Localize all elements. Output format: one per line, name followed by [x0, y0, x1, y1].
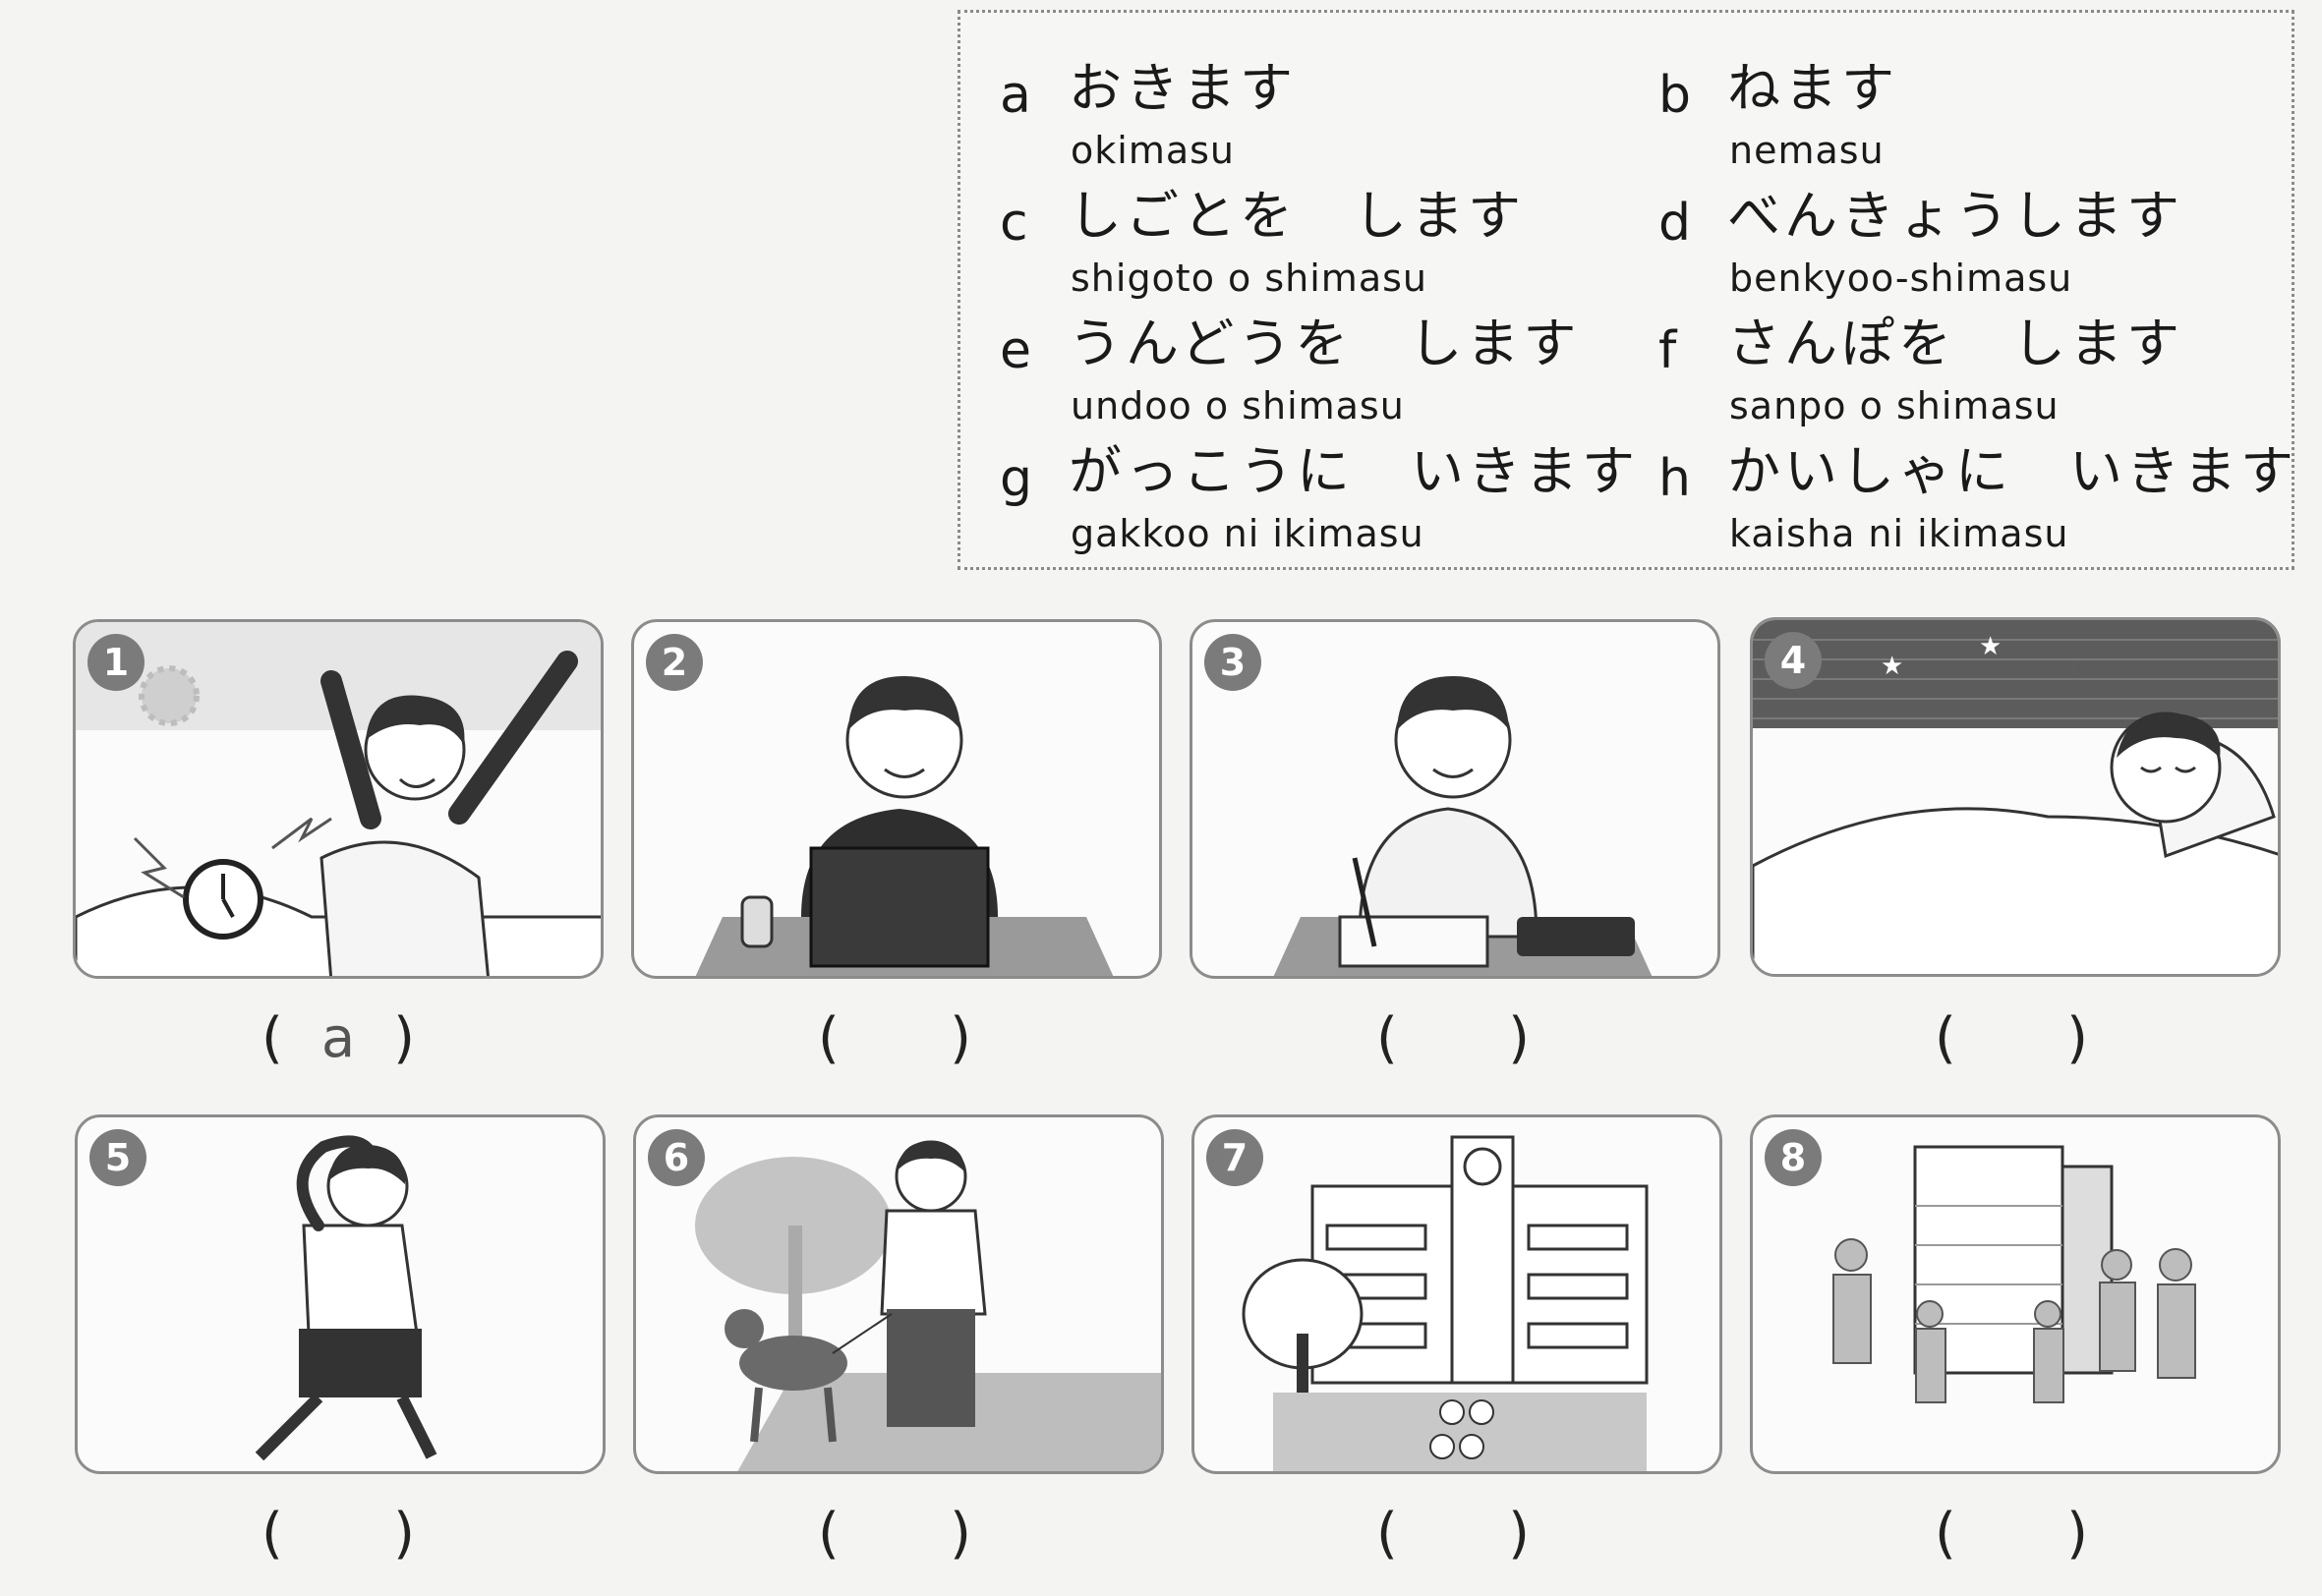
close-paren: ) [1508, 1502, 1530, 1566]
exercising-illustration [255, 1135, 437, 1461]
card-number-badge: 7 [1206, 1129, 1263, 1186]
close-paren: ) [393, 1006, 415, 1070]
vocab-kana: うんどうを します [1069, 313, 1581, 374]
card-number-badge: 1 [87, 634, 145, 691]
card-number-badge: 2 [646, 634, 703, 691]
picture-card-8: 8 [1750, 1114, 2281, 1474]
vocab-kana: さんぽを します [1727, 313, 2183, 374]
vocab-letter: f [1658, 321, 1677, 380]
vocab-letter: d [1658, 194, 1692, 253]
vocab-letter: e [1000, 321, 1031, 380]
card-number-badge: 8 [1765, 1129, 1822, 1186]
open-paren: ( [1935, 1006, 1956, 1070]
vocab-kana: かいしゃに いきます [1727, 440, 2297, 502]
working-illustration [695, 676, 1114, 976]
open-paren: ( [1935, 1502, 1956, 1566]
vocab-letter: h [1658, 449, 1691, 508]
card-number-badge: 3 [1204, 634, 1261, 691]
card-number-badge: 6 [648, 1129, 705, 1186]
picture-card-2: 2 [631, 619, 1162, 979]
answer-slot-7[interactable]: ( ) [1306, 1500, 1600, 1568]
answer-slot-3[interactable]: ( ) [1306, 1004, 1600, 1073]
vocab-romaji: gakkoo ni ikimasu [1071, 512, 1424, 555]
vocab-kana: がっこうに いきます [1069, 440, 1639, 502]
close-paren: ) [2066, 1502, 2088, 1566]
sleeping-illustration: ★ ★ [1753, 620, 2278, 974]
answer-slot-5[interactable]: ( ) [191, 1500, 486, 1568]
taking-walk-illustration [695, 1140, 1161, 1471]
vocab-item-a: a おきます okimasu [960, 32, 1590, 172]
close-paren: ) [2066, 1006, 2088, 1070]
vocab-item-e: e うんどうを します undoo o shimasu [960, 288, 1590, 428]
open-paren: ( [1376, 1502, 1398, 1566]
answer-value: a [320, 1006, 356, 1070]
open-paren: ( [261, 1502, 283, 1566]
vocab-item-g: g がっこうに いきます gakkoo ni ikimasu [960, 416, 1635, 555]
waking-up-illustration [76, 622, 601, 976]
picture-card-7: 7 [1191, 1114, 1722, 1474]
vocab-item-d: d べんきょうします benkyoo-shimasu [1619, 160, 2248, 300]
open-paren: ( [818, 1006, 840, 1070]
vocab-letter: g [1000, 449, 1033, 508]
vocab-item-h: h かいしゃに いきます kaisha ni ikimasu [1619, 416, 2293, 555]
company-illustration [1832, 1145, 2196, 1403]
vocab-letter: a [1000, 66, 1031, 125]
close-paren: ) [950, 1502, 971, 1566]
picture-card-4: ★ ★ 4 [1750, 617, 2281, 977]
answer-slot-4[interactable]: ( ) [1864, 1004, 2159, 1073]
svg-text:★: ★ [1979, 632, 2002, 661]
answer-slot-1[interactable]: ( a ) [191, 1004, 486, 1073]
school-illustration [1242, 1135, 1649, 1471]
close-paren: ) [950, 1006, 971, 1070]
vocabulary-box: a おきます okimasu b ねます nemasu c しごとを します s… [958, 10, 2294, 570]
vocab-romaji: kaisha ni ikimasu [1729, 512, 2069, 555]
svg-text:★: ★ [1881, 652, 1903, 681]
vocab-kana: べんきょうします [1727, 185, 2183, 247]
card-number-badge: 5 [89, 1129, 146, 1186]
studying-illustration [1273, 676, 1653, 976]
close-paren: ) [1508, 1006, 1530, 1070]
vocab-item-b: b ねます nemasu [1619, 32, 2248, 172]
vocab-kana: おきます [1069, 57, 1297, 119]
answer-slot-6[interactable]: ( ) [747, 1500, 1042, 1568]
picture-card-5: 5 [75, 1114, 606, 1474]
open-paren: ( [1376, 1006, 1398, 1070]
vocab-letter: c [1000, 194, 1028, 253]
vocab-letter: b [1658, 66, 1692, 125]
picture-card-1: 1 [73, 619, 604, 979]
answer-slot-8[interactable]: ( ) [1864, 1500, 2159, 1568]
picture-card-3: 3 [1190, 619, 1720, 979]
answer-slot-2[interactable]: ( ) [747, 1004, 1042, 1073]
picture-card-6: 6 [633, 1114, 1164, 1474]
vocab-kana: しごとを します [1069, 185, 1525, 247]
close-paren: ) [393, 1502, 415, 1566]
card-number-badge: 4 [1765, 632, 1822, 689]
open-paren: ( [818, 1502, 840, 1566]
vocab-item-c: c しごとを します shigoto o shimasu [960, 160, 1590, 300]
vocab-item-f: f さんぽを します sanpo o shimasu [1619, 288, 2248, 428]
vocab-kana: ねます [1727, 57, 1898, 119]
